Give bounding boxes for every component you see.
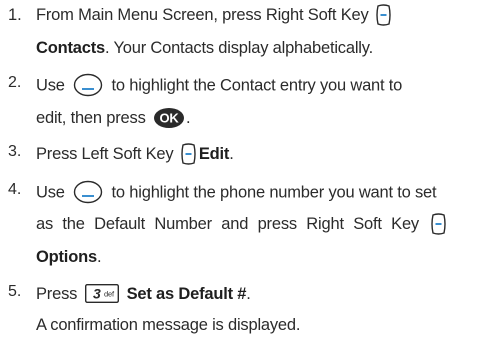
step-text: Use [36,76,65,95]
navigation-key-icon [73,73,103,97]
step-text: as the Default Number and press Right So… [36,215,419,233]
step-text: Press Left Soft Key [36,145,174,163]
step-text: . [246,285,251,303]
step-line: Press 3 def Set as Default #. [36,283,473,305]
step-bold-text: Edit [198,145,230,163]
step-line: Use to highlight the phone number you wa… [36,180,473,205]
step-text: edit, then press [36,109,146,127]
step-number: 3. [8,143,22,160]
key-3-letters: def [104,290,115,299]
step-number: 2. [8,74,22,91]
step-line: edit, then press OK . [36,107,473,130]
step-bold-text: Set as Default # [126,285,247,303]
step-text: Use [36,183,65,202]
step-line: Contacts. Your Contacts display alphabet… [36,37,473,59]
step-text: . Your Contacts display alphabetically. [105,39,373,57]
step-line: Press Left Soft Key Edit. [36,142,473,166]
right-soft-key-icon [375,3,392,26]
key-3-digit: 3 [93,286,101,302]
step-text: . [229,145,234,163]
step-text: Press [36,285,78,303]
step-text: From Main Menu Screen, press Right Soft … [36,6,369,24]
step-bold-text: Contacts [36,39,105,57]
step-line: Options. [36,246,473,268]
step-number: 1. [8,6,22,24]
step-text: . [96,248,102,266]
step-number: 4. [8,181,22,198]
step-line: From Main Menu Screen, press Right Soft … [36,3,473,27]
step-text: A confirmation message is displayed. [36,316,301,334]
ok-key-label: OK [159,110,179,125]
instruction-document: 1. From Main Menu Screen, press Right So… [0,0,479,358]
step-line: as the Default Number and press Right So… [36,212,473,236]
step-bold-text: Options [36,248,97,266]
ok-key-icon: OK [153,107,185,129]
navigation-key-icon [73,180,103,204]
left-soft-key-icon [180,142,197,165]
step-number: 5. [8,283,22,300]
step-text: . [186,109,191,127]
key-3-def-icon: 3 def [84,284,119,304]
right-soft-key-icon [430,212,447,235]
step-text: to highlight the phone number you want t… [111,183,437,202]
step-text: to highlight the Contact entry you want … [111,76,403,95]
step-line: Use to highlight the Contact entry you w… [36,73,473,98]
step-line: A confirmation message is displayed. [36,314,473,336]
